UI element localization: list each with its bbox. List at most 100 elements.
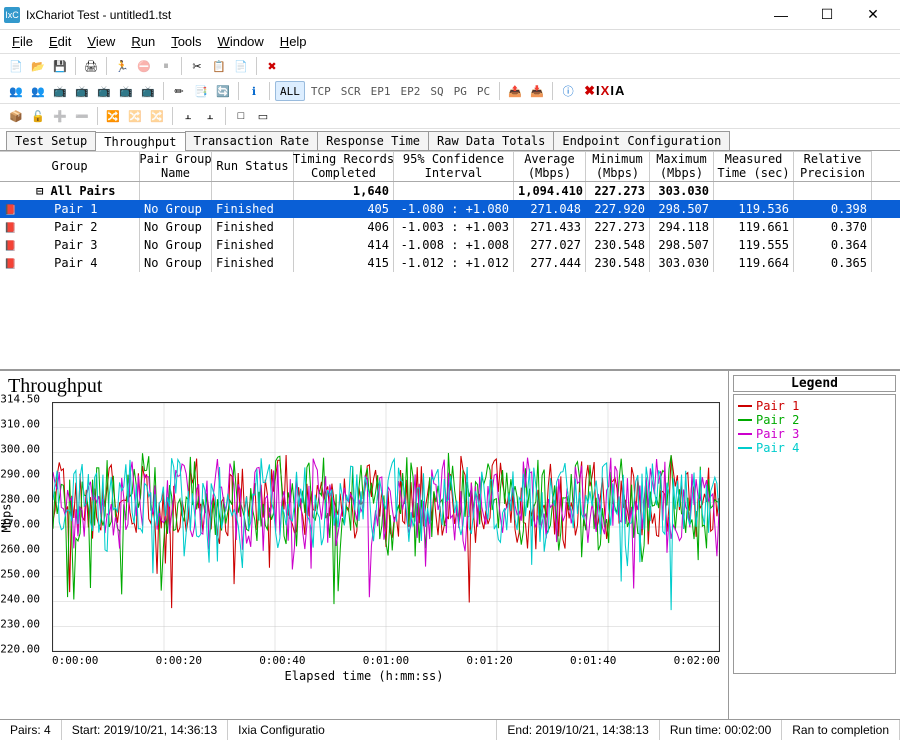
menu-tools[interactable]: Tools (163, 32, 209, 51)
layout1-icon[interactable]: ⫠ (178, 106, 198, 126)
tab-endpoint-configuration[interactable]: Endpoint Configuration (553, 131, 730, 150)
tab-throughput[interactable]: Throughput (95, 132, 185, 151)
pair7-icon[interactable]: 📺 (138, 81, 158, 101)
tab-transaction-rate[interactable]: Transaction Rate (185, 131, 319, 150)
chart-plot[interactable] (52, 402, 720, 652)
window-title: IxChariot Test - untitled1.tst (26, 8, 758, 22)
sort2-icon[interactable]: 🔀 (125, 106, 145, 126)
pair2-icon[interactable]: 👥 (28, 81, 48, 101)
menu-view[interactable]: View (79, 32, 123, 51)
status-completion: Ran to completion (782, 720, 900, 740)
close-button[interactable]: ✕ (850, 0, 896, 30)
pair3-icon[interactable]: 📺 (50, 81, 70, 101)
pair5-icon[interactable]: 📺 (94, 81, 114, 101)
layout4-icon[interactable]: ▭ (253, 106, 273, 126)
col-header[interactable]: Timing RecordsCompleted (294, 151, 394, 181)
cut-icon[interactable]: ✂ (187, 56, 207, 76)
x-axis-label: Elapsed time (h:mm:ss) (8, 669, 720, 683)
col-header[interactable]: RelativePrecision (794, 151, 872, 181)
menu-edit[interactable]: Edit (41, 32, 79, 51)
col-header[interactable]: Run Status (212, 151, 294, 181)
summary-row[interactable]: ⊟ All Pairs 1,640 1,094.410 227.273 303.… (0, 182, 900, 200)
pause-icon[interactable]: ⏸ (156, 56, 176, 76)
filter-pc[interactable]: PC (473, 81, 494, 101)
filter-tcp[interactable]: TCP (307, 81, 335, 101)
about-icon[interactable]: ⓘ (558, 81, 578, 101)
legend-item[interactable]: Pair 2 (738, 413, 891, 427)
col-header[interactable]: MeasuredTime (sec) (714, 151, 794, 181)
legend-item[interactable]: Pair 1 (738, 399, 891, 413)
menu-run[interactable]: Run (123, 32, 163, 51)
legend-panel: Legend Pair 1Pair 2Pair 3Pair 4 (728, 371, 900, 719)
layout2-icon[interactable]: ⫠ (200, 106, 220, 126)
filter-all-button[interactable]: ALL (275, 81, 305, 101)
table-row[interactable]: Pair 3No GroupFinished414-1.008 : +1.008… (0, 236, 900, 254)
ungroup-icon[interactable]: 🔓 (28, 106, 48, 126)
tab-test-setup[interactable]: Test Setup (6, 131, 96, 150)
grid-header: GroupPair GroupNameRun StatusTiming Reco… (0, 151, 900, 182)
maximize-button[interactable]: ☐ (804, 0, 850, 30)
menubar: File Edit View Run Tools Window Help (0, 30, 900, 54)
group-icon[interactable]: 📦 (6, 106, 26, 126)
col-header[interactable]: Maximum(Mbps) (650, 151, 714, 181)
status-end: End: 2019/10/21, 14:38:13 (497, 720, 659, 740)
pair4-icon[interactable]: 📺 (72, 81, 92, 101)
toolbar-group: 📦 🔓 ➕ ➖ 🔀 🔀 🔀 ⫠ ⫠ □ ▭ (0, 104, 900, 129)
col-header[interactable]: Group (0, 151, 140, 181)
table-row[interactable]: Pair 4No GroupFinished415-1.012 : +1.012… (0, 254, 900, 272)
run-icon[interactable]: 🏃 (112, 56, 132, 76)
print-icon[interactable]: 🖨 (81, 56, 101, 76)
legend-body: Pair 1Pair 2Pair 3Pair 4 (733, 394, 896, 674)
chart-area: Throughput Mbps 314.50310.00300.00290.00… (0, 370, 900, 719)
info-icon[interactable]: ℹ (244, 81, 264, 101)
new-icon[interactable]: 📄 (6, 56, 26, 76)
sort1-icon[interactable]: 🔀 (103, 106, 123, 126)
filter-sq[interactable]: SQ (426, 81, 447, 101)
chart-title: Throughput (8, 375, 720, 398)
paste-icon[interactable]: 📄 (231, 56, 251, 76)
collapse-icon[interactable]: ➖ (72, 106, 92, 126)
layout3-icon[interactable]: □ (231, 106, 251, 126)
tab-raw-data-totals[interactable]: Raw Data Totals (428, 131, 554, 150)
export2-icon[interactable]: 📥 (527, 81, 547, 101)
copy-icon[interactable]: 📋 (209, 56, 229, 76)
open-icon[interactable]: 📂 (28, 56, 48, 76)
legend-item[interactable]: Pair 4 (738, 441, 891, 455)
col-header[interactable]: Average(Mbps) (514, 151, 586, 181)
menu-window[interactable]: Window (210, 32, 272, 51)
titlebar: IxC IxChariot Test - untitled1.tst — ☐ ✕ (0, 0, 900, 30)
y-tick-labels: 314.50310.00300.00290.00280.00270.00260.… (0, 399, 42, 649)
status-runtime: Run time: 00:02:00 (660, 720, 782, 740)
minimize-button[interactable]: — (758, 0, 804, 30)
tab-response-time[interactable]: Response Time (317, 131, 429, 150)
replicate-icon[interactable]: 📑 (191, 81, 211, 101)
export-icon[interactable]: 📤 (505, 81, 525, 101)
filter-ep1[interactable]: EP1 (367, 81, 395, 101)
legend-item[interactable]: Pair 3 (738, 427, 891, 441)
col-header[interactable]: Pair GroupName (140, 151, 212, 181)
swap-icon[interactable]: 🔄 (213, 81, 233, 101)
delete-icon[interactable]: ✖ (262, 56, 282, 76)
col-header[interactable]: Minimum(Mbps) (586, 151, 650, 181)
filter-pg[interactable]: PG (450, 81, 471, 101)
pair-icon[interactable]: 👥 (6, 81, 26, 101)
statusbar: Pairs: 4 Start: 2019/10/21, 14:36:13 Ixi… (0, 719, 900, 740)
table-row[interactable]: Pair 2No GroupFinished406-1.003 : +1.003… (0, 218, 900, 236)
edit-icon[interactable]: ✏ (169, 81, 189, 101)
table-row[interactable]: Pair 1No GroupFinished405-1.080 : +1.080… (0, 200, 900, 218)
grid-body[interactable]: ⊟ All Pairs 1,640 1,094.410 227.273 303.… (0, 182, 900, 370)
save-icon[interactable]: 💾 (50, 56, 70, 76)
menu-file[interactable]: File (4, 32, 41, 51)
sort3-icon[interactable]: 🔀 (147, 106, 167, 126)
status-config: Ixia Configuratio (228, 720, 497, 740)
col-header[interactable]: 95% ConfidenceInterval (394, 151, 514, 181)
filter-scr[interactable]: SCR (337, 81, 365, 101)
tab-bar: Test SetupThroughputTransaction RateResp… (0, 129, 900, 151)
filter-ep2[interactable]: EP2 (397, 81, 425, 101)
menu-help[interactable]: Help (272, 32, 315, 51)
legend-title: Legend (733, 375, 896, 392)
expand-icon[interactable]: ➕ (50, 106, 70, 126)
toolbar-pairs: 👥 👥 📺 📺 📺 📺 📺 ✏ 📑 🔄 ℹ ALL TCP SCR EP1 EP… (0, 79, 900, 104)
pair6-icon[interactable]: 📺 (116, 81, 136, 101)
stop-icon[interactable]: ⛔ (134, 56, 154, 76)
